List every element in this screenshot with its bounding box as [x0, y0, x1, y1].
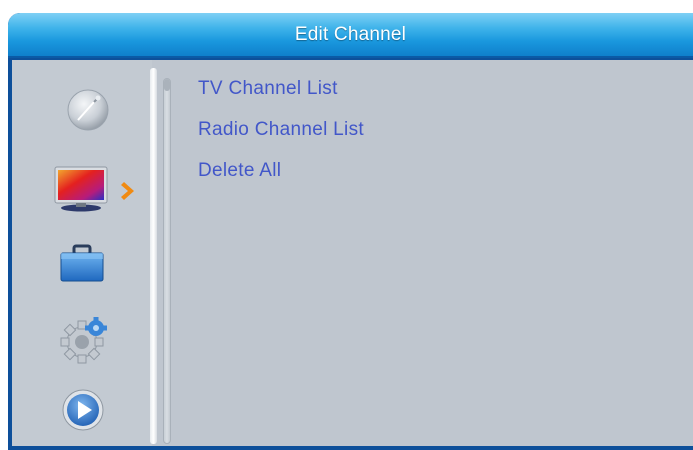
menu-item-tv-channel-list[interactable]: TV Channel List [198, 72, 364, 113]
sidebar-item-media[interactable] [59, 386, 119, 436]
sidebar-item-tools[interactable] [57, 242, 117, 292]
toolbox-icon [60, 244, 104, 282]
sidebar-item-edit-channel[interactable] [52, 164, 142, 214]
title-bar: Edit Channel [8, 13, 693, 58]
menu-item-delete-all[interactable]: Delete All [198, 154, 364, 195]
scrollbar[interactable] [163, 78, 171, 444]
menu-list: TV Channel List Radio Channel List Delet… [198, 72, 364, 195]
sidebar-item-installation[interactable] [56, 84, 116, 134]
sidebar [12, 60, 152, 446]
sidebar-item-system-setup[interactable] [56, 314, 116, 364]
content-panel: TV Channel List Radio Channel List Delet… [12, 60, 693, 446]
play-icon [62, 389, 104, 431]
chevron-right-icon [121, 182, 134, 200]
gear-icon [60, 317, 107, 364]
menu-item-radio-channel-list[interactable]: Radio Channel List [198, 113, 364, 154]
edit-channel-window: Edit Channel TV Channel List Radio Chann… [8, 13, 693, 450]
tv-icon [54, 166, 108, 212]
sidebar-divider [150, 68, 157, 444]
satellite-dish-icon [67, 89, 109, 131]
scrollbar-thumb[interactable] [164, 79, 170, 91]
page-title: Edit Channel [294, 23, 407, 45]
